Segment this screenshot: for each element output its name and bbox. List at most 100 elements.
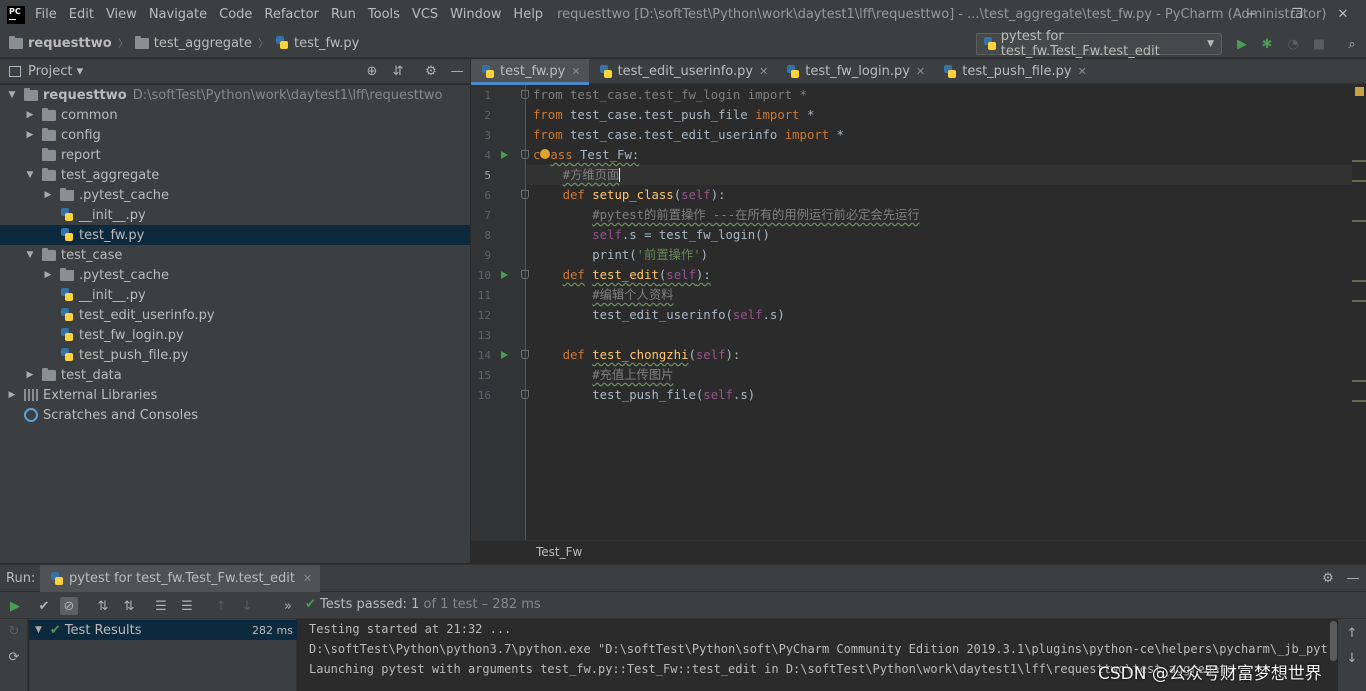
scroll-down-icon[interactable]: ↓	[1343, 649, 1361, 667]
tree-item[interactable]: ▶ External Libraries	[0, 385, 470, 405]
rerun-icon[interactable]: ▶	[6, 597, 24, 615]
console-scrollbar[interactable]	[1328, 619, 1338, 691]
rerun-failed-icon[interactable]: ↻	[5, 622, 23, 640]
tree-item[interactable]: ▼ test_case	[0, 245, 470, 265]
gear-icon[interactable]: ⚙	[423, 63, 439, 79]
lightbulb-icon[interactable]	[540, 149, 551, 159]
tree-item[interactable]: ▶ config	[0, 125, 470, 145]
chevron-right-icon[interactable]: ▶	[6, 390, 18, 400]
breadcrumb-project[interactable]: requesttwo 〉	[9, 35, 135, 51]
menu-navigate[interactable]: Navigate	[149, 7, 207, 22]
scroll-thumb[interactable]	[1330, 621, 1337, 661]
chevron-right-icon[interactable]: ▶	[42, 270, 54, 280]
maximize-button[interactable]: ❐	[1274, 0, 1320, 29]
menu-run[interactable]: Run	[331, 7, 356, 22]
tree-item[interactable]: test_edit_userinfo.py	[0, 305, 470, 325]
menu-window[interactable]: Window	[450, 7, 501, 22]
tree-item[interactable]: Scratches and Consoles	[0, 405, 470, 425]
warning-indicator-icon[interactable]	[1355, 87, 1364, 96]
run-test-icon[interactable]	[501, 271, 508, 279]
expand-all-icon[interactable]: ☰	[152, 597, 170, 615]
editor-tab[interactable]: test_fw_login.py ✕	[776, 59, 933, 84]
menu-code[interactable]: Code	[219, 7, 252, 22]
scroll-up-icon[interactable]: ↑	[1343, 624, 1361, 642]
tree-item[interactable]: ▶ common	[0, 105, 470, 125]
close-tab-icon[interactable]: ✕	[916, 65, 925, 78]
chevron-down-icon[interactable]: ▼	[24, 250, 36, 260]
close-tab-icon[interactable]: ✕	[1078, 65, 1087, 78]
run-configuration-select[interactable]: pytest for test_fw.Test_Fw.test_edit ▼	[976, 29, 1222, 59]
show-ignored-icon[interactable]: ⊘	[60, 597, 78, 615]
next-failed-icon[interactable]: ↓	[238, 597, 256, 615]
stripe-mark[interactable]	[1352, 280, 1366, 282]
tree-item[interactable]: ▶ .pytest_cache	[0, 265, 470, 285]
tree-item[interactable]: __init__.py	[0, 205, 470, 225]
test-results-row[interactable]: ▼ ✔ Test Results 282 ms	[29, 620, 297, 640]
tree-item[interactable]: ▶ test_data	[0, 365, 470, 385]
stripe-mark[interactable]	[1352, 300, 1366, 302]
chevron-right-icon[interactable]: ▶	[24, 130, 36, 140]
chevron-down-icon[interactable]: ▼	[6, 90, 18, 100]
more-icon[interactable]: »	[279, 597, 297, 615]
hide-panel-icon[interactable]: —	[449, 63, 465, 79]
editor-tab[interactable]: test_push_file.py ✕	[933, 59, 1095, 84]
menu-refactor[interactable]: Refactor	[264, 7, 319, 22]
hide-panel-icon[interactable]: —	[1345, 570, 1361, 586]
tree-item[interactable]: ▶ .pytest_cache	[0, 185, 470, 205]
menu-file[interactable]: File	[35, 7, 57, 22]
stripe-mark[interactable]	[1352, 400, 1366, 402]
editor-tab[interactable]: test_edit_userinfo.py ✕	[589, 59, 777, 84]
collapse-all-icon[interactable]: ⇵	[390, 63, 406, 79]
show-passed-icon[interactable]: ✔	[35, 597, 53, 615]
menu-vcs[interactable]: VCS	[412, 7, 438, 22]
tree-item[interactable]: test_push_file.py	[0, 345, 470, 365]
run-test-icon[interactable]	[501, 351, 508, 359]
tree-item[interactable]: test_fw_login.py	[0, 325, 470, 345]
tree-item[interactable]: __init__.py	[0, 285, 470, 305]
tree-item[interactable]: report	[0, 145, 470, 165]
code-editor[interactable]: from test_case.test_fw_login import * fr…	[527, 85, 1352, 540]
collapse-all-icon[interactable]: ☰	[178, 597, 196, 615]
chevron-right-icon[interactable]: ▶	[42, 190, 54, 200]
sort-duration-icon[interactable]: ⇅	[120, 597, 138, 615]
breadcrumb-class[interactable]: Test_Fw	[536, 545, 582, 559]
project-view-selector[interactable]: Project ▾	[28, 64, 83, 79]
tree-item[interactable]: test_fw.py	[0, 225, 470, 245]
minimize-button[interactable]: −	[1228, 0, 1274, 29]
toggle-auto-test-icon[interactable]: ⟳	[5, 648, 23, 666]
code-line: from test_case.test_push_file import *	[533, 108, 815, 122]
run-test-icon[interactable]	[501, 151, 508, 159]
chevron-down-icon[interactable]: ▼	[24, 170, 36, 180]
folder-icon	[42, 367, 56, 381]
tree-item[interactable]: ▼ requesttwo D:\softTest\Python\work\dayte…	[0, 85, 470, 105]
locate-file-icon[interactable]: ⊕	[364, 63, 380, 79]
search-icon[interactable]: ⌕	[1343, 35, 1361, 53]
close-tab-icon[interactable]: ✕	[303, 572, 312, 585]
breadcrumb-folder[interactable]: test_aggregate 〉	[134, 35, 275, 51]
stripe-mark[interactable]	[1352, 180, 1366, 182]
chevron-right-icon[interactable]: ▶	[24, 110, 36, 120]
close-window-button[interactable]: ✕	[1320, 0, 1366, 29]
sort-alpha-icon[interactable]: ⇅	[94, 597, 112, 615]
error-stripe[interactable]	[1352, 85, 1366, 540]
stripe-mark[interactable]	[1352, 380, 1366, 382]
coverage-icon[interactable]: ◔	[1284, 35, 1302, 53]
run-tab[interactable]: pytest for test_fw.Test_Fw.test_edit ✕	[40, 565, 321, 592]
stripe-mark[interactable]	[1352, 220, 1366, 222]
stripe-mark[interactable]	[1352, 160, 1366, 162]
run-icon[interactable]: ▶	[1233, 35, 1251, 53]
menu-help[interactable]: Help	[513, 7, 543, 22]
breadcrumb-file[interactable]: test_fw.py	[275, 36, 359, 51]
close-tab-icon[interactable]: ✕	[571, 65, 580, 78]
menu-view[interactable]: View	[106, 7, 137, 22]
editor-tab[interactable]: test_fw.py ✕	[471, 59, 589, 85]
gear-icon[interactable]: ⚙	[1320, 570, 1336, 586]
prev-failed-icon[interactable]: ↑	[212, 597, 230, 615]
stop-icon[interactable]: ■	[1310, 35, 1328, 53]
chevron-right-icon[interactable]: ▶	[24, 370, 36, 380]
close-tab-icon[interactable]: ✕	[759, 65, 768, 78]
debug-icon[interactable]: ✱	[1258, 35, 1276, 53]
tree-item[interactable]: ▼ test_aggregate	[0, 165, 470, 185]
menu-edit[interactable]: Edit	[69, 7, 94, 22]
menu-tools[interactable]: Tools	[368, 7, 400, 22]
